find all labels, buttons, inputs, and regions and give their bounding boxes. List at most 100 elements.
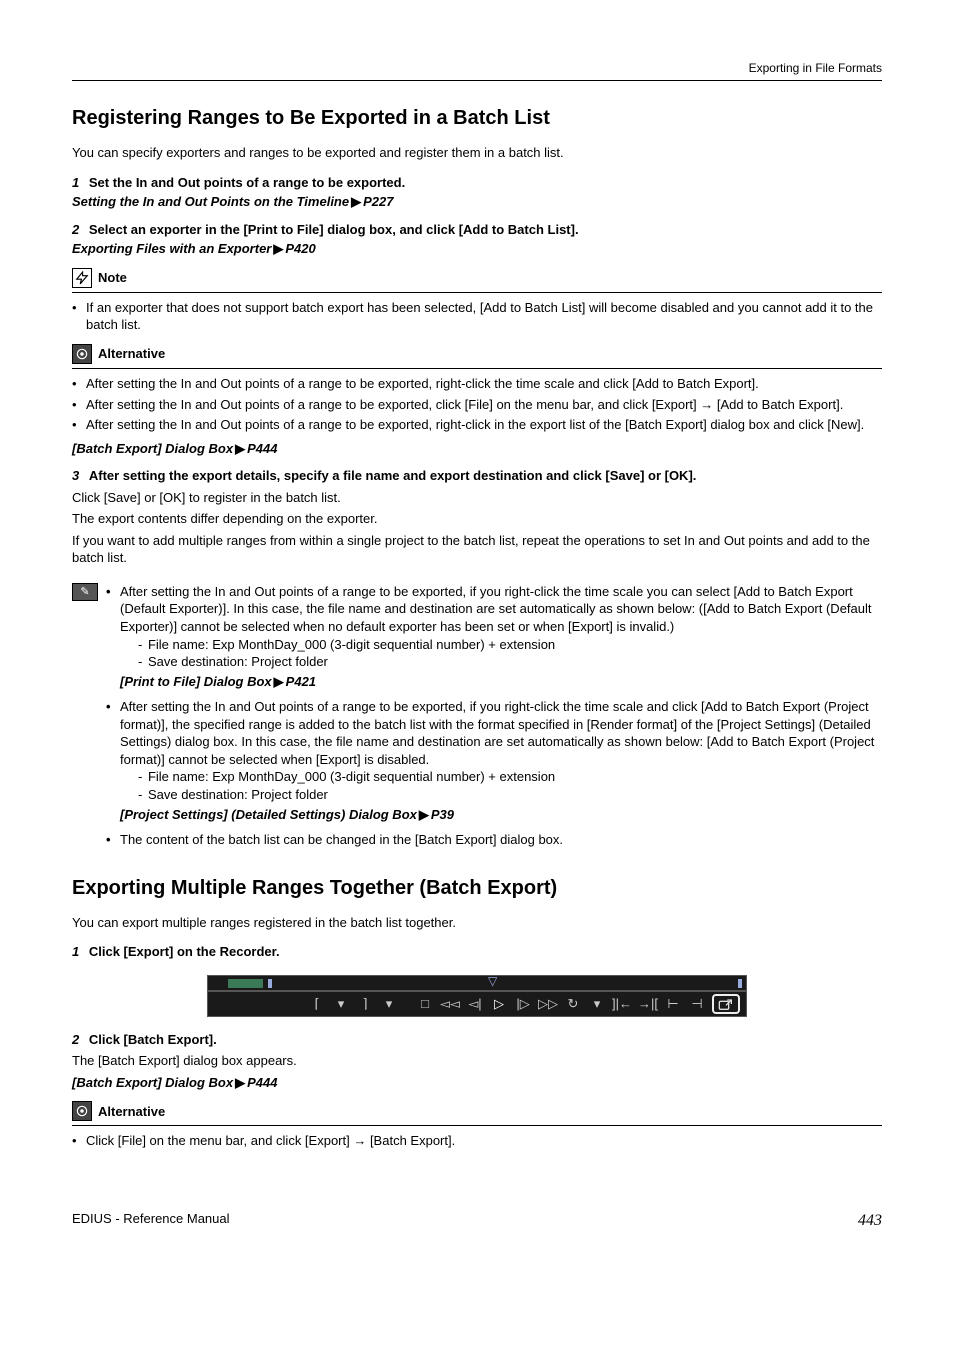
step-text: Click [Batch Export]. bbox=[89, 1032, 217, 1047]
step-text: After setting the export details, specif… bbox=[89, 468, 697, 483]
set-in-button[interactable]: ⌈ bbox=[308, 995, 326, 1013]
alternative-icon bbox=[72, 1101, 92, 1121]
xref-page: P420 bbox=[285, 241, 315, 256]
jump-prev-button[interactable]: ⊢ bbox=[664, 995, 682, 1013]
divider bbox=[72, 1125, 882, 1126]
prev-frame-button[interactable]: ◅| bbox=[466, 995, 484, 1013]
xref-page: P444 bbox=[247, 1075, 277, 1090]
alternative-label: Alternative bbox=[98, 345, 165, 363]
divider bbox=[72, 368, 882, 369]
arrow-icon: ▶ bbox=[235, 441, 245, 456]
xref-page: P227 bbox=[363, 194, 393, 209]
dropdown-icon[interactable]: ▾ bbox=[588, 995, 606, 1013]
step-number: 3 bbox=[72, 468, 79, 483]
breadcrumb: Exporting in File Formats bbox=[72, 60, 882, 81]
tip-item: The content of the batch list can be cha… bbox=[106, 831, 882, 849]
timeline-out-marker bbox=[738, 979, 742, 988]
xref-link-timeline[interactable]: Setting the In and Out Points on the Tim… bbox=[72, 193, 882, 211]
tip-text: After setting the In and Out points of a… bbox=[120, 699, 874, 767]
step-b2: 2 Click [Batch Export]. bbox=[72, 1031, 882, 1049]
xref-link-batch-export[interactable]: [Batch Export] Dialog Box▶P444 bbox=[72, 440, 882, 458]
xref-link-project-settings[interactable]: [Project Settings] (Detailed Settings) D… bbox=[120, 806, 882, 824]
step-text: Click [Export] on the Recorder. bbox=[89, 944, 280, 959]
tip-icon: ✎ bbox=[72, 583, 98, 601]
alternative-list: After setting the In and Out points of a… bbox=[72, 375, 882, 434]
timeline-segment bbox=[228, 979, 263, 988]
xref-page: P421 bbox=[286, 674, 316, 689]
xref-label: Setting the In and Out Points on the Tim… bbox=[72, 194, 349, 209]
alternative-label: Alternative bbox=[98, 1103, 165, 1121]
list-item: After setting the In and Out points of a… bbox=[72, 375, 882, 393]
footer-title: EDIUS - Reference Manual bbox=[72, 1210, 230, 1232]
xref-label: [Print to File] Dialog Box bbox=[120, 674, 272, 689]
step-1: 1 Set the In and Out points of a range t… bbox=[72, 174, 882, 192]
step-number: 2 bbox=[72, 222, 79, 237]
recorder-timeline: ▽ bbox=[207, 975, 747, 991]
arrow-icon: ▶ bbox=[273, 241, 283, 256]
xref-label: Exporting Files with an Exporter bbox=[72, 241, 271, 256]
xref-label: [Batch Export] Dialog Box bbox=[72, 441, 233, 456]
xref-label: [Batch Export] Dialog Box bbox=[72, 1075, 233, 1090]
next-edit-button[interactable]: →|[ bbox=[638, 995, 658, 1013]
dropdown-icon[interactable]: ▾ bbox=[332, 995, 350, 1013]
divider bbox=[72, 292, 882, 293]
prev-edit-button[interactable]: ]|← bbox=[612, 995, 632, 1013]
paragraph: The export contents differ depending on … bbox=[72, 510, 882, 528]
recorder-controls: ⌈ ▾ ⌉ ▾ □ ◅◅ ◅| ▷ |▷ ▷▷ ↻ ▾ ]|← →|[ ⊢ ⊣ bbox=[207, 991, 747, 1017]
paragraph: The [Batch Export] dialog box appears. bbox=[72, 1052, 882, 1070]
step-number: 1 bbox=[72, 175, 79, 190]
step-number: 2 bbox=[72, 1032, 79, 1047]
export-button[interactable] bbox=[712, 994, 740, 1014]
step-2: 2 Select an exporter in the [Print to Fi… bbox=[72, 221, 882, 239]
alternative-header-b: Alternative bbox=[72, 1101, 882, 1121]
page-footer: EDIUS - Reference Manual 443 bbox=[72, 1210, 882, 1232]
intro-text: You can export multiple ranges registere… bbox=[72, 914, 882, 932]
next-frame-button[interactable]: |▷ bbox=[514, 995, 532, 1013]
heading-register: Registering Ranges to Be Exported in a B… bbox=[72, 105, 882, 132]
xref-page: P39 bbox=[431, 807, 454, 822]
jump-next-button[interactable]: ⊣ bbox=[688, 995, 706, 1013]
stop-button[interactable]: □ bbox=[416, 995, 434, 1013]
arrow-icon: ▶ bbox=[274, 674, 284, 689]
step-b1: 1 Click [Export] on the Recorder. bbox=[72, 943, 882, 961]
tip-item: After setting the In and Out points of a… bbox=[106, 698, 882, 823]
note-list: If an exporter that does not support bat… bbox=[72, 299, 882, 334]
list-item: After setting the In and Out points of a… bbox=[72, 396, 882, 414]
tip-block: ✎ After setting the In and Out points of… bbox=[72, 581, 882, 855]
alternative-header: Alternative bbox=[72, 344, 882, 364]
note-label: Note bbox=[98, 269, 127, 287]
alternative-icon bbox=[72, 344, 92, 364]
recorder-toolbar-figure: ▽ ⌈ ▾ ⌉ ▾ □ ◅◅ ◅| ▷ |▷ ▷▷ ↻ ▾ ]|← →|[ ⊢ … bbox=[207, 975, 747, 1017]
xref-link-batch-export-b[interactable]: [Batch Export] Dialog Box▶P444 bbox=[72, 1074, 882, 1092]
note-header: Note bbox=[72, 268, 882, 288]
set-out-button[interactable]: ⌉ bbox=[356, 995, 374, 1013]
dropdown-icon[interactable]: ▾ bbox=[380, 995, 398, 1013]
loop-button[interactable]: ↻ bbox=[564, 995, 582, 1013]
alternative-list-b: Click [File] on the menu bar, and click … bbox=[72, 1132, 882, 1150]
playhead-icon: ▽ bbox=[488, 973, 497, 989]
page-number: 443 bbox=[858, 1210, 882, 1232]
xref-link-exporter[interactable]: Exporting Files with an Exporter▶P420 bbox=[72, 240, 882, 258]
fast-forward-button[interactable]: ▷▷ bbox=[538, 995, 558, 1013]
timeline-in-marker bbox=[268, 979, 272, 988]
arrow-icon: ▶ bbox=[351, 194, 361, 209]
list-item: Click [File] on the menu bar, and click … bbox=[72, 1132, 882, 1150]
tip-sub: Save destination: Project folder bbox=[138, 786, 882, 804]
note-icon bbox=[72, 268, 92, 288]
paragraph: Click [Save] or [OK] to register in the … bbox=[72, 489, 882, 507]
xref-label: [Project Settings] (Detailed Settings) D… bbox=[120, 807, 417, 822]
arrow-icon: ▶ bbox=[235, 1075, 245, 1090]
note-item: If an exporter that does not support bat… bbox=[72, 299, 882, 334]
tip-content: After setting the In and Out points of a… bbox=[106, 581, 882, 855]
list-item: After setting the In and Out points of a… bbox=[72, 416, 882, 434]
step-number: 1 bbox=[72, 944, 79, 959]
paragraph: If you want to add multiple ranges from … bbox=[72, 532, 882, 567]
step-text: Select an exporter in the [Print to File… bbox=[89, 222, 579, 237]
tip-text: After setting the In and Out points of a… bbox=[120, 584, 872, 634]
tip-sub: Save destination: Project folder bbox=[138, 653, 882, 671]
xref-link-print-to-file[interactable]: [Print to File] Dialog Box▶P421 bbox=[120, 673, 882, 691]
tip-sub: File name: Exp MonthDay_000 (3-digit seq… bbox=[138, 768, 882, 786]
xref-page: P444 bbox=[247, 441, 277, 456]
rewind-button[interactable]: ◅◅ bbox=[440, 995, 460, 1013]
play-button[interactable]: ▷ bbox=[490, 995, 508, 1013]
